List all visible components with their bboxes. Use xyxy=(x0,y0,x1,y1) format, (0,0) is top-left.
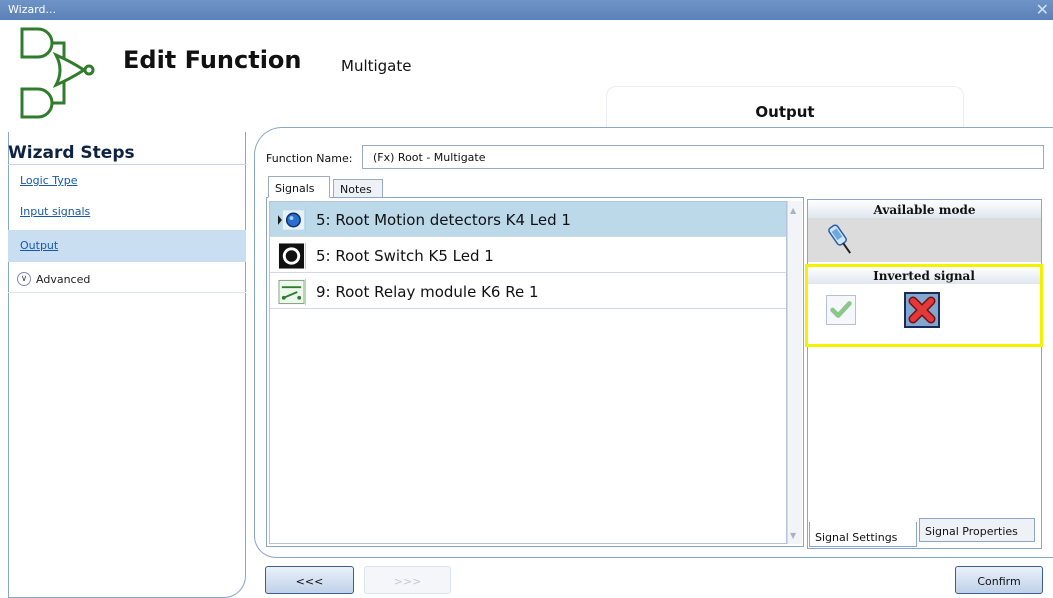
inverted-no-button[interactable] xyxy=(904,292,940,328)
next-button[interactable]: >>> xyxy=(364,566,451,594)
list-item[interactable]: 5: Root Switch K5 Led 1 xyxy=(270,238,786,273)
close-icon[interactable]: ✕ xyxy=(1036,0,1049,19)
signal-name: 9: Root Relay module K6 Re 1 xyxy=(316,283,539,301)
relay-icon xyxy=(278,279,306,305)
chevron-down-icon[interactable]: ∨ xyxy=(17,272,31,286)
header: Edit Function Multigate Output xyxy=(0,20,1053,136)
probe-icon[interactable] xyxy=(826,222,856,258)
list-item[interactable]: 5: Root Motion detectors K4 Led 1 xyxy=(270,202,786,237)
confirm-button[interactable]: Confirm xyxy=(955,566,1043,594)
inverted-signal-header: Inverted signal xyxy=(808,267,1040,284)
wizard-window: Wizard... ✕ Edit Function Multigate Outp… xyxy=(0,0,1053,598)
switch-icon xyxy=(278,243,306,269)
sidebar-item-advanced[interactable]: ∨ Advanced xyxy=(8,265,246,293)
tab-signals[interactable]: Signals xyxy=(268,176,330,198)
signal-list-scrollbar[interactable]: ▲ ▼ xyxy=(787,201,802,544)
current-step-label: Output xyxy=(755,103,815,121)
checkmark-icon xyxy=(830,301,852,318)
tab-signal-settings[interactable]: Signal Settings xyxy=(809,522,917,547)
sidebar-item-label[interactable]: Input signals xyxy=(20,205,90,218)
sidebar-item-label: Advanced xyxy=(36,273,91,286)
tab-notes[interactable]: Notes xyxy=(333,179,383,198)
signal-name: 5: Root Switch K5 Led 1 xyxy=(316,247,494,265)
tab-signal-properties[interactable]: Signal Properties xyxy=(919,518,1035,542)
sidebar-title: Wizard Steps xyxy=(8,143,135,163)
back-button[interactable]: <<< xyxy=(265,566,354,594)
sidebar-item-label[interactable]: Logic Type xyxy=(20,174,78,187)
list-item[interactable]: 9: Root Relay module K6 Re 1 xyxy=(270,274,786,309)
title-bar: Wizard... ✕ xyxy=(0,0,1053,20)
scroll-down-icon[interactable]: ▼ xyxy=(790,531,796,540)
signal-name: 5: Root Motion detectors K4 Led 1 xyxy=(316,211,571,229)
function-type-label: Multigate xyxy=(341,57,412,75)
inverted-yes-button[interactable] xyxy=(826,295,856,325)
available-mode-header: Available mode xyxy=(808,200,1041,218)
window-title: Wizard... xyxy=(8,3,57,16)
scroll-up-icon[interactable]: ▲ xyxy=(790,206,796,215)
function-name-input[interactable]: (Fx) Root - Multigate xyxy=(362,145,1044,169)
sidebar-item-input-signals[interactable]: Input signals xyxy=(8,196,246,228)
function-name-label: Function Name: xyxy=(266,152,353,165)
signal-list[interactable]: 5: Root Motion detectors K4 Led 1 5: Roo… xyxy=(269,201,787,544)
logic-gate-icon xyxy=(20,27,95,119)
sidebar-item-label[interactable]: Output xyxy=(20,239,58,252)
sidebar-item-output[interactable]: Output xyxy=(8,230,246,262)
sidebar-item-logic-type[interactable]: Logic Type xyxy=(8,164,246,196)
red-x-icon xyxy=(908,296,936,324)
page-title: Edit Function xyxy=(123,46,302,74)
motion-detector-icon xyxy=(278,207,306,233)
